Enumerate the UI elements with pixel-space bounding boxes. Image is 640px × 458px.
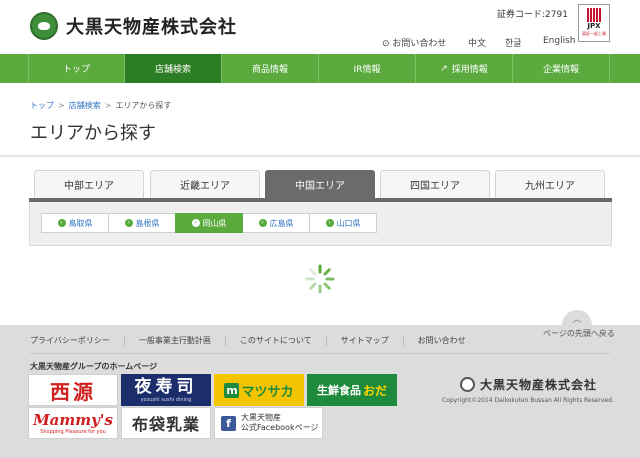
facebook-line1: 大黒天物産 [241, 413, 281, 422]
pref-tottori-button[interactable]: › 鳥取県 [41, 213, 109, 233]
matsusaka-logo-icon: m [224, 382, 240, 398]
nav-item-label: 企業情報 [542, 65, 579, 75]
copyright: Copyright©2014 Daikokuten Bussan All Rig… [442, 397, 614, 404]
pref-hiroshima-button[interactable]: › 広島県 [242, 213, 310, 233]
global-nav: トップ 店舗検索 商品情報 IR情報 ↗ 採用情報 企業情報 [0, 54, 640, 83]
nav-item-ir[interactable]: IR情報 [319, 54, 416, 83]
daikokuten-logo-icon [30, 12, 58, 40]
pref-yamaguchi-button[interactable]: › 山口県 [309, 213, 377, 233]
tab-kyushu[interactable]: 九州エリア [495, 170, 605, 198]
lang-english-link[interactable]: English [543, 36, 576, 46]
banner-oda-name: おだ [362, 383, 387, 398]
banner-matsusaka[interactable]: m マツサカ [214, 374, 304, 406]
arrow-circle-icon: › [57, 219, 66, 227]
banner-mammys-label: Mammy's [33, 410, 113, 429]
daikokuten-logo-icon [460, 377, 475, 392]
arrow-circle-icon: › [124, 219, 133, 227]
title-divider [0, 155, 640, 157]
banner-yojuji-sub: yozushi sushi dining [140, 396, 192, 403]
tab-kinki[interactable]: 近畿エリア [150, 170, 260, 198]
nav-item-label: トップ [62, 65, 90, 75]
nav-item-label: IR情報 [353, 65, 381, 75]
arrow-circle-icon: › [258, 219, 267, 227]
breadcrumb-separator: > [58, 101, 65, 110]
chevron-up-icon: ︿ [572, 315, 582, 325]
lang-chinese-link[interactable]: 中文 [468, 36, 486, 49]
footer-divider [30, 353, 610, 354]
nav-item-top[interactable]: トップ [28, 54, 125, 83]
footer-link-privacy[interactable]: プライバシーポリシー [30, 335, 124, 346]
banner-facebook[interactable]: f 大黒天物産 公式Facebookページ [214, 407, 323, 439]
jpx-sub-label: 東証一部上場 [582, 31, 606, 36]
pref-label: 鳥取県 [68, 218, 93, 228]
breadcrumb-store-search-link[interactable]: 店舗検索 [69, 101, 101, 110]
nav-item-label: 店舗検索 [154, 65, 191, 75]
pref-okayama-button[interactable]: › 岡山県 [175, 213, 243, 233]
banner-matsusaka-label: マツサカ [241, 384, 294, 400]
loading-spinner-icon [305, 264, 335, 294]
arrow-circle-icon: › [191, 219, 200, 227]
banner-nishigen[interactable]: 西源 [28, 374, 118, 406]
footer-link-contact[interactable]: お問い合わせ [402, 335, 480, 346]
banner-oda-label: 生鮮食品 [316, 384, 361, 397]
pref-shimane-button[interactable]: › 島根県 [108, 213, 176, 233]
prefecture-buttons: › 鳥取県 › 島根県 › 岡山県 › 広島県 › 山口県 [41, 213, 377, 233]
breadcrumb-separator: > [104, 101, 112, 110]
footer-logo[interactable]: 大黒天物産株式会社 [460, 376, 597, 393]
nav-item-company[interactable]: 企業情報 [513, 54, 610, 83]
tab-chubu[interactable]: 中部エリア [34, 170, 144, 198]
mail-icon: ⊙ [382, 39, 390, 49]
footer-company-name: 大黒天物産株式会社 [480, 378, 598, 392]
tab-chugoku[interactable]: 中国エリア [265, 170, 375, 198]
banner-nishigen-label: 西源 [50, 379, 96, 404]
banner-yojuji-label: 夜寿司 [134, 376, 198, 397]
stock-code: 証券コード:2791 [497, 10, 568, 20]
banner-yojuji[interactable]: 夜寿司 yozushi sushi dining [121, 374, 211, 406]
breadcrumb-current: エリアから探す [115, 101, 172, 110]
contact-link-label: お問い合わせ [392, 39, 447, 49]
facebook-line2: 公式Facebookページ [241, 423, 319, 432]
banner-hotei-label: 布袋乳業 [131, 415, 200, 434]
tab-shikoku[interactable]: 四国エリア [380, 170, 490, 198]
pref-label: 山口県 [336, 218, 361, 228]
external-link-icon: ↗ [440, 63, 448, 74]
company-logo[interactable]: 大黒天物産株式会社 [30, 12, 237, 40]
facebook-icon: f [221, 415, 236, 431]
footer-link-action-plan[interactable]: 一般事業主行動計画 [123, 335, 225, 346]
contact-link[interactable]: ⊙ お問い合わせ [382, 36, 446, 49]
nav-item-recruit[interactable]: ↗ 採用情報 [416, 54, 513, 83]
arrow-circle-icon: › [325, 219, 334, 227]
jpx-label: JPX [587, 22, 601, 30]
breadcrumb: トップ > 店舗検索 > エリアから探す [30, 100, 171, 111]
jpx-logo-icon [587, 8, 601, 22]
site-header: 大黒天物産株式会社 証券コード:2791 JPX 東証一部上場 ⊙ お問い合わせ… [0, 0, 640, 54]
pref-label: 広島県 [269, 218, 294, 228]
nav-item-products[interactable]: 商品情報 [222, 54, 319, 83]
pref-label: 島根県 [135, 218, 160, 228]
nav-item-store-search[interactable]: 店舗検索 [125, 54, 222, 83]
banner-oda[interactable]: 生鮮食品 おだ [307, 374, 397, 406]
footer-links: プライバシーポリシー 一般事業主行動計画 このサイトについて サイトマップ お問… [30, 335, 480, 346]
jpx-badge[interactable]: JPX 東証一部上場 [578, 4, 610, 42]
group-sites-title: 大黒天物産グループのホームページ [30, 362, 158, 371]
pref-label: 岡山県 [202, 218, 227, 228]
page-top-label[interactable]: ページの先頭へ戻る [543, 328, 615, 339]
banner-mammys[interactable]: Mammy's Shopping Pleasure for you [28, 407, 118, 439]
page-top-button[interactable]: ︿ [562, 310, 592, 328]
company-name: 大黒天物産株式会社 [66, 17, 237, 38]
banner-mammys-sub: Shopping Pleasure for you [40, 428, 106, 435]
breadcrumb-top-link[interactable]: トップ [30, 101, 54, 110]
area-tabs: 中部エリア 近畿エリア 中国エリア 四国エリア 九州エリア [34, 170, 606, 198]
banner-hotei[interactable]: 布袋乳業 [121, 407, 211, 439]
nav-item-label: 商品情報 [251, 65, 288, 75]
footer-link-about-site[interactable]: このサイトについて [224, 335, 326, 346]
footer-link-sitemap[interactable]: サイトマップ [325, 335, 403, 346]
page-title: エリアから探す [30, 123, 156, 144]
facebook-banner-text: 大黒天物産 公式Facebookページ [241, 413, 318, 433]
nav-item-label: 採用情報 [451, 65, 488, 75]
lang-korean-link[interactable]: 한글 [505, 36, 522, 49]
